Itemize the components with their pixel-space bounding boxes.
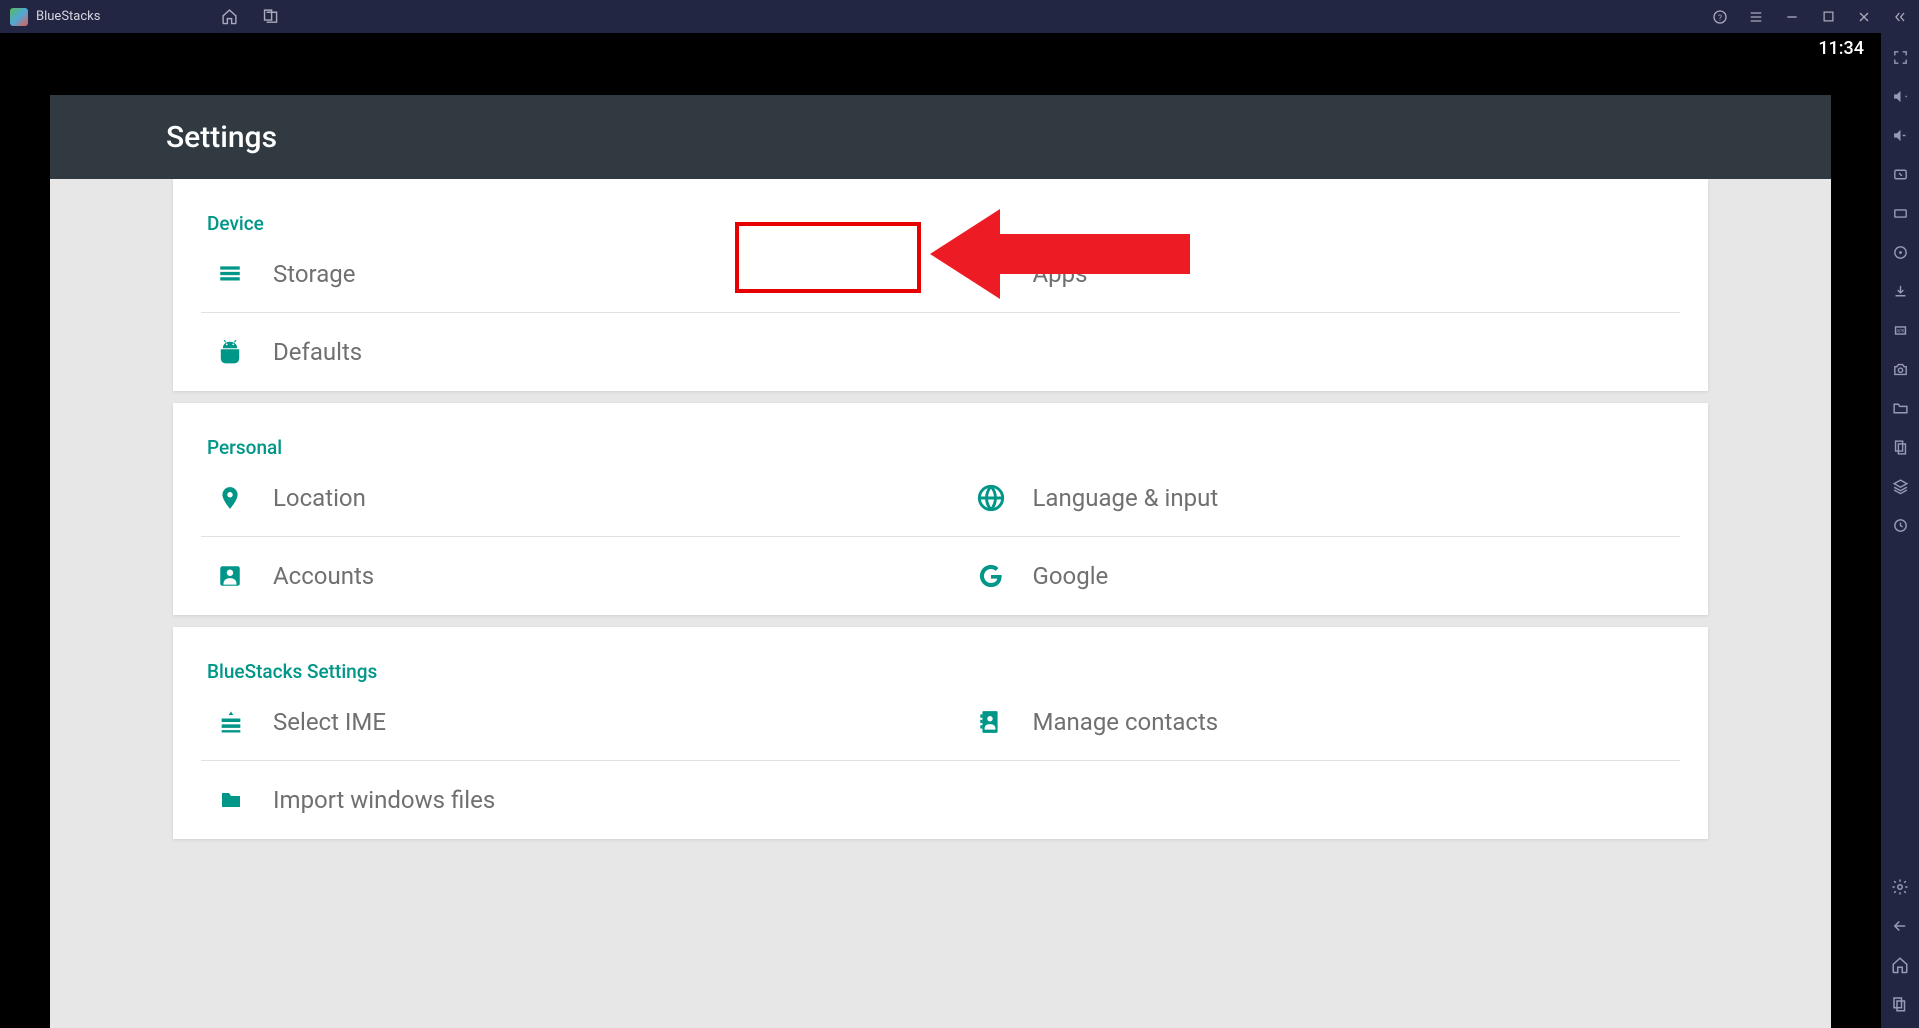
settings-item-language[interactable]: Language & input <box>941 459 1681 537</box>
storage-icon <box>201 261 273 287</box>
minimize-icon[interactable] <box>1783 8 1801 26</box>
item-label: Language & input <box>1033 484 1219 512</box>
annotation-arrow-icon <box>930 204 1190 304</box>
page-title: Settings <box>166 120 277 155</box>
settings-item-location[interactable]: Location <box>201 459 941 537</box>
item-label: Google <box>1033 562 1109 590</box>
settings-item-manage-contacts[interactable]: Manage contacts <box>941 683 1681 761</box>
fullscreen-icon[interactable] <box>1890 47 1910 67</box>
layers-icon[interactable] <box>1890 476 1910 496</box>
recents-icon[interactable] <box>1890 994 1910 1014</box>
location-icon <box>201 483 273 513</box>
android-status-bar: 11:34 <box>0 33 1881 63</box>
contacts-icon <box>961 708 1033 736</box>
download-icon[interactable] <box>1890 281 1910 301</box>
item-label: Import windows files <box>273 786 495 814</box>
side-toolbar: APK <box>1881 33 1919 1028</box>
gear-icon[interactable] <box>1890 877 1910 897</box>
copy-icon[interactable] <box>1890 437 1910 457</box>
app-title: BlueStacks <box>36 9 100 24</box>
section-bluestacks: BlueStacks Settings Select IME Manage co… <box>173 627 1708 839</box>
collapse-chevron-icon[interactable] <box>1891 8 1909 26</box>
item-label: Location <box>273 484 366 512</box>
record-icon[interactable] <box>1890 242 1910 262</box>
settings-item-accounts[interactable]: Accounts <box>201 537 941 615</box>
keymap-icon[interactable] <box>1890 164 1910 184</box>
maximize-icon[interactable] <box>1819 8 1837 26</box>
folder-import-icon <box>201 788 273 812</box>
keyboard-icon <box>201 708 273 736</box>
google-icon <box>961 562 1033 590</box>
settings-item-google[interactable]: Google <box>941 537 1681 615</box>
display-icon[interactable] <box>1890 203 1910 223</box>
settings-header: Settings <box>50 95 1831 179</box>
menu-icon[interactable] <box>1747 8 1765 26</box>
bluestacks-logo-icon <box>10 8 28 26</box>
item-label: Manage contacts <box>1033 708 1219 736</box>
status-time: 11:34 <box>1818 38 1864 59</box>
item-label: Accounts <box>273 562 374 590</box>
home-button-icon[interactable] <box>1890 955 1910 975</box>
camera-icon[interactable] <box>1890 359 1910 379</box>
home-icon[interactable] <box>220 8 238 26</box>
title-bar: BlueStacks ? <box>0 0 1919 33</box>
emulator-screen: 11:34 Settings Device Storage <box>0 33 1881 1028</box>
back-icon[interactable] <box>1890 916 1910 936</box>
svg-text:?: ? <box>1718 13 1722 23</box>
item-label: Defaults <box>273 338 362 366</box>
section-personal: Personal Location Language & input <box>173 403 1708 615</box>
volume-down-icon[interactable] <box>1890 125 1910 145</box>
clock-icon[interactable] <box>1890 515 1910 535</box>
section-header-bluestacks: BlueStacks Settings <box>173 627 1708 683</box>
empty-cell <box>941 313 1681 391</box>
settings-item-import-files[interactable]: Import windows files <box>201 761 941 839</box>
empty-cell <box>941 761 1681 839</box>
annotation-highlight-box <box>735 222 921 293</box>
svg-text:APK: APK <box>1896 329 1904 334</box>
settings-item-select-ime[interactable]: Select IME <box>201 683 941 761</box>
section-header-personal: Personal <box>173 403 1708 459</box>
volume-up-icon[interactable] <box>1890 86 1910 106</box>
android-icon <box>201 339 273 365</box>
globe-icon <box>961 484 1033 512</box>
library-icon[interactable] <box>260 8 278 26</box>
settings-item-defaults[interactable]: Defaults <box>201 313 941 391</box>
item-label: Storage <box>273 260 355 288</box>
apk-icon[interactable]: APK <box>1890 320 1910 340</box>
item-label: Select IME <box>273 708 386 736</box>
folder-icon[interactable] <box>1890 398 1910 418</box>
help-icon[interactable]: ? <box>1711 8 1729 26</box>
close-icon[interactable] <box>1855 8 1873 26</box>
account-icon <box>201 563 273 589</box>
